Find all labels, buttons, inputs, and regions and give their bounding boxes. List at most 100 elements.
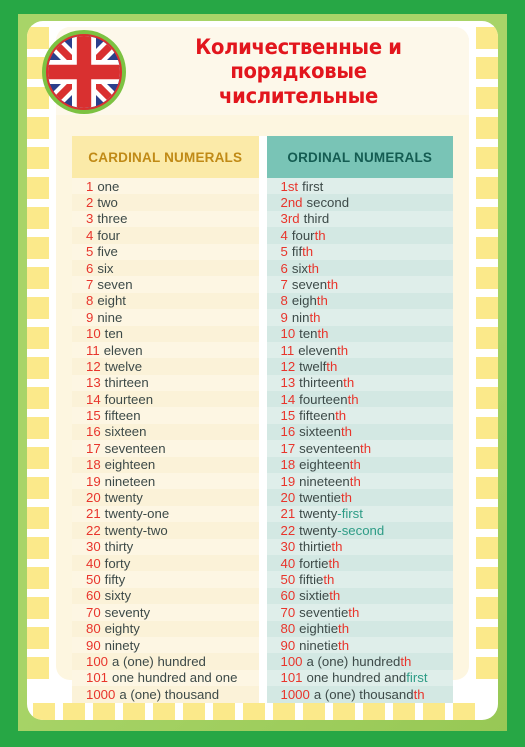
cardinal-word: seven	[97, 276, 133, 292]
table-row: 16 sixteen	[72, 423, 259, 441]
table-row: 14 fourteen th	[266, 391, 453, 408]
ordinal-suffix: -first	[337, 506, 363, 522]
table-row: 7 seven	[72, 276, 259, 293]
decorative-tile	[27, 237, 49, 259]
ordinal-number: 6	[280, 260, 288, 276]
decorative-tile	[27, 297, 49, 319]
cardinal-number: 60	[86, 588, 101, 604]
decorative-tile	[476, 537, 498, 559]
decorative-tile	[476, 477, 498, 499]
ordinal-number: 60	[280, 588, 296, 604]
table-row: 17 seventeen	[72, 440, 259, 457]
ordinal-stem: sixtie	[299, 588, 330, 604]
ordinal-number: 15	[280, 408, 296, 424]
ordinal-stem: a (one) thousand	[313, 686, 414, 702]
cardinal-word: eighteen	[104, 457, 156, 473]
ordinal-stem: twelf	[299, 358, 327, 374]
ordinal-number: 50	[280, 571, 296, 587]
cardinal-number: 20	[86, 490, 101, 506]
table-row: 16 sixteen th	[266, 423, 453, 441]
cardinal-number: 11	[86, 342, 100, 358]
table-row: 15 fifteen th	[266, 407, 453, 424]
table-row: 101 one hundred and first	[266, 669, 453, 687]
table-row: 20 twentie th	[266, 489, 453, 506]
table-row: 40 forty	[72, 554, 259, 572]
ordinal-suffix: th	[317, 326, 329, 342]
uk-flag-emblem	[42, 30, 126, 114]
cardinal-word: nine	[97, 309, 123, 325]
decorative-tile	[27, 477, 49, 499]
table-row: 21 twenty-one	[72, 505, 259, 523]
numerals-table: CARDINAL NUMERALS 1 one 2 two 3 three 4 four 5 fi…	[72, 136, 453, 703]
cardinal-word: eighty	[104, 621, 140, 637]
table-row: 70 seventy	[72, 604, 259, 621]
cardinal-number: 40	[86, 555, 101, 571]
cardinal-number: 6	[86, 260, 94, 276]
ordinal-number: 16	[280, 424, 296, 440]
decorative-tile	[476, 177, 498, 199]
ordinal-stem: eightie	[299, 621, 339, 637]
table-row: 50 fifty	[72, 571, 259, 588]
decorative-tile	[476, 447, 498, 469]
ordinal-suffix: th	[337, 342, 349, 358]
ordinal-number: 30	[280, 539, 296, 555]
table-row: 9 nin th	[266, 309, 453, 326]
ordinal-number: 7	[280, 276, 288, 292]
ordinal-suffix: th	[309, 309, 321, 325]
cardinal-row-list: 1 one 2 two 3 three 4 four 5 five 6 six 7 seven 8 eight…	[72, 178, 259, 703]
decorative-tile	[476, 327, 498, 349]
ordinal-suffix: th	[326, 358, 338, 374]
ordinal-stem: thirtie	[299, 539, 332, 555]
cardinal-number: 101	[86, 670, 109, 686]
cardinal-word: eight	[97, 293, 126, 309]
cardinal-number: 18	[86, 457, 101, 473]
cardinal-word: twenty-one	[104, 506, 170, 522]
table-row: 5 five	[72, 243, 259, 260]
table-row: 12 twelve	[72, 358, 259, 375]
table-row: 3 three	[72, 210, 259, 228]
ordinal-suffix: th	[314, 227, 326, 243]
cardinal-number: 4	[86, 227, 94, 243]
cardinal-number: 10	[86, 326, 101, 342]
table-row: 4 four	[72, 227, 259, 244]
table-row: 40 fortie th	[266, 554, 453, 572]
ordinal-stem: first	[302, 178, 324, 194]
union-jack-svg	[48, 36, 120, 108]
decorative-tile	[363, 703, 385, 720]
decorative-tile	[476, 627, 498, 649]
table-row: 1st first	[266, 178, 453, 195]
ordinal-number: 101	[280, 670, 303, 686]
decorative-tile	[333, 703, 355, 720]
ordinal-number: 100	[280, 653, 303, 669]
decorative-tile	[476, 237, 498, 259]
decorative-tile	[27, 597, 49, 619]
ordinal-stem: six	[291, 260, 308, 276]
table-row: 1000 a (one) thousand	[72, 686, 259, 703]
decorative-tile	[476, 387, 498, 409]
decorative-tile	[423, 703, 445, 720]
decorative-tile	[453, 703, 475, 720]
ordinal-suffix: th	[331, 539, 343, 555]
decorative-tile	[27, 387, 49, 409]
table-row: 7 seven th	[266, 276, 453, 293]
ordinal-stem: seven	[291, 276, 328, 292]
table-row: 18 eighteen	[72, 456, 259, 474]
cardinal-number: 8	[86, 293, 94, 309]
table-row: 15 fifteen	[72, 407, 259, 424]
decorative-tile	[27, 657, 49, 679]
table-row: 9 nine	[72, 309, 259, 326]
cardinal-word: twenty	[104, 490, 143, 506]
table-row: 8 eigh th	[266, 292, 453, 310]
table-row: 101 one hundred and one	[72, 669, 259, 687]
ordinal-number: 12	[280, 358, 296, 374]
ordinal-stem: one hundred and	[306, 670, 407, 686]
decorative-tile	[476, 267, 498, 289]
table-row: 90 ninety	[72, 636, 259, 654]
decorative-tile	[153, 703, 175, 720]
ordinal-number: 70	[280, 604, 296, 620]
table-row: 11 eleven th	[266, 341, 453, 359]
cardinal-number: 16	[86, 424, 101, 440]
decorative-tile	[27, 117, 49, 139]
cardinal-number: 22	[86, 522, 101, 538]
table-row: 50 fiftie th	[266, 571, 453, 588]
